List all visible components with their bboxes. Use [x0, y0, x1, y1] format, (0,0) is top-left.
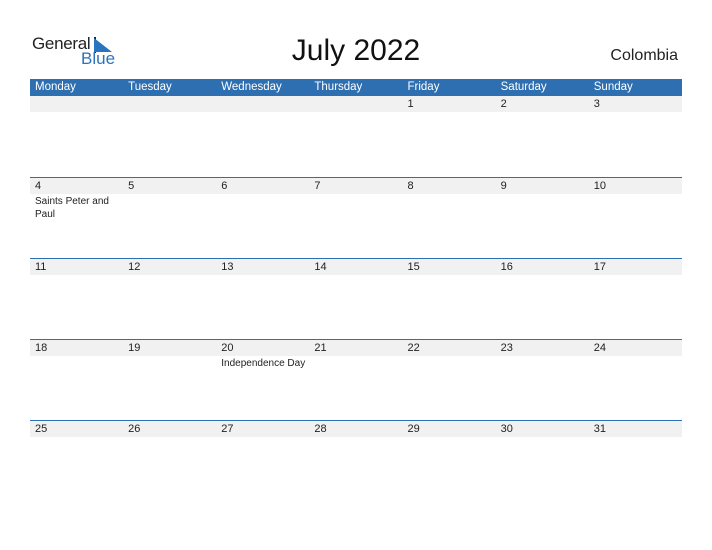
day-number: 26: [128, 423, 141, 435]
day-number: 31: [593, 423, 606, 435]
holiday-label: [496, 194, 589, 221]
week-row: 11 12 13 14 15 16 17: [30, 258, 682, 340]
holiday-label: [123, 356, 216, 370]
day-number-row: 4 5 6 7 8 9 10: [30, 178, 682, 194]
holiday-label: [496, 112, 589, 113]
holiday-label: [216, 437, 309, 438]
day-number: 9: [500, 180, 507, 192]
day-number: 25: [35, 423, 48, 435]
event-row: [30, 275, 682, 276]
day-number: 14: [314, 261, 327, 273]
holiday-label: Independence Day: [221, 358, 306, 369]
day-number: 4: [35, 180, 42, 192]
day-number: 27: [221, 423, 234, 435]
holiday-label: [123, 112, 216, 113]
day-number: [309, 96, 402, 112]
holiday-label: [216, 112, 309, 113]
event-row: Saints Peter and Paul: [30, 194, 682, 221]
day-number: 13: [221, 261, 234, 273]
day-number: 10: [593, 180, 606, 192]
day-number: [123, 96, 216, 112]
day-number-row: 18 19 20 21 22 23 24: [30, 340, 682, 356]
day-number: 17: [593, 261, 606, 273]
day-number-row: 1 2 3: [30, 96, 682, 112]
holiday-label: [496, 356, 589, 370]
holiday-label: [589, 112, 682, 113]
day-number: 23: [500, 342, 513, 354]
day-number: [30, 96, 123, 112]
weekday-saturday: Saturday: [500, 81, 547, 93]
holiday-label: [309, 194, 402, 221]
day-number: 16: [500, 261, 513, 273]
holiday-label: [30, 275, 123, 276]
holiday-label: [496, 275, 589, 276]
week-row: 1 2 3: [30, 96, 682, 177]
holiday-label: [589, 194, 682, 221]
holiday-label: [30, 437, 123, 438]
weekday-tuesday: Tuesday: [128, 81, 172, 93]
country-label: Colombia: [610, 47, 678, 64]
holiday-label: [403, 437, 496, 438]
holiday-label: [403, 112, 496, 113]
holiday-label: [309, 275, 402, 276]
day-number: 6: [221, 180, 228, 192]
day-number: 8: [407, 180, 414, 192]
holiday-label: [30, 112, 123, 113]
day-number: 28: [314, 423, 327, 435]
holiday-label: [589, 356, 682, 370]
day-number: 29: [407, 423, 420, 435]
day-number: 12: [128, 261, 141, 273]
event-row: [30, 437, 682, 438]
holiday-label: [123, 275, 216, 276]
weekday-monday: Monday: [35, 81, 76, 93]
week-row: 25 26 27 28 29 30 31: [30, 420, 682, 502]
holiday-label: [309, 356, 402, 370]
holiday-label: [589, 437, 682, 438]
holiday-label: Saints Peter and Paul: [35, 196, 109, 220]
day-number: 2: [500, 98, 507, 110]
day-number-row: 11 12 13 14 15 16 17: [30, 259, 682, 275]
week-row: 4 5 6 7 8 9 10 Saints Peter and Paul: [30, 177, 682, 259]
holiday-label: [123, 437, 216, 438]
holiday-label: [403, 356, 496, 370]
event-row: Independence Day: [30, 356, 682, 370]
holiday-label: [216, 194, 309, 221]
holiday-label: [309, 112, 402, 113]
day-number: 15: [407, 261, 420, 273]
day-number: 5: [128, 180, 135, 192]
day-number: 30: [500, 423, 513, 435]
day-number: 11: [35, 261, 47, 273]
day-number: 24: [593, 342, 606, 354]
holiday-label: [403, 194, 496, 221]
week-row: 18 19 20 21 22 23 24 Independence Day: [30, 339, 682, 421]
holiday-label: [30, 356, 123, 370]
day-number: 18: [35, 342, 48, 354]
weekday-sunday: Sunday: [593, 81, 633, 93]
event-row: [30, 112, 682, 113]
day-number: 3: [593, 98, 600, 110]
weekday-header: Monday Tuesday Wednesday Thursday Friday…: [30, 79, 682, 96]
calendar-grid: Monday Tuesday Wednesday Thursday Friday…: [30, 79, 682, 437]
calendar-title: July 2022: [291, 34, 421, 67]
holiday-label: [403, 275, 496, 276]
weekday-wednesday: Wednesday: [221, 81, 282, 93]
holiday-label: [589, 275, 682, 276]
weekday-thursday: Thursday: [314, 81, 363, 93]
day-number: 21: [314, 342, 327, 354]
day-number: 22: [407, 342, 420, 354]
day-number: 19: [128, 342, 141, 354]
day-number: 7: [314, 180, 321, 192]
day-number: 1: [407, 98, 414, 110]
weekday-friday: Friday: [407, 81, 440, 93]
day-number: 20: [221, 342, 234, 354]
day-number-row: 25 26 27 28 29 30 31: [30, 421, 682, 437]
day-number: [216, 96, 309, 112]
holiday-label: [496, 437, 589, 438]
holiday-label: [309, 437, 402, 438]
holiday-label: [123, 194, 216, 221]
holiday-label: [216, 275, 309, 276]
